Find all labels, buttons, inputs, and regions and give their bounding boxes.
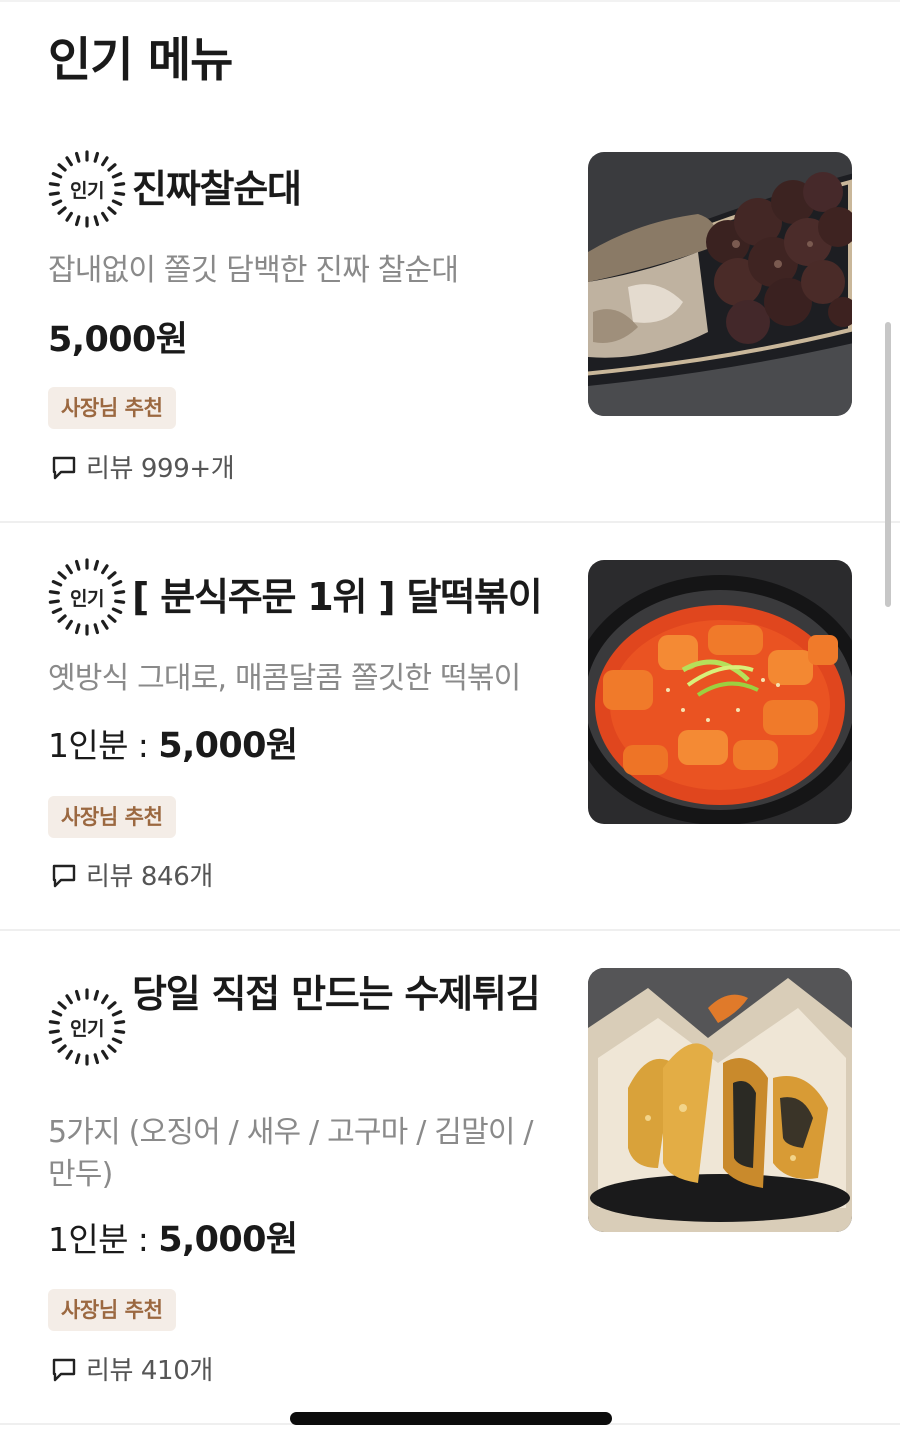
popular-badge: 인기 xyxy=(48,988,126,1066)
scrollbar[interactable] xyxy=(885,322,891,607)
price-value: 5,000원 xyxy=(158,1220,298,1260)
review-count-text: 리뷰 410개 xyxy=(86,1356,213,1386)
home-indicator[interactable] xyxy=(290,1412,612,1425)
menu-item-description: 5가지 (오징어 / 새우 / 고구마 / 김말이 / 만두) xyxy=(48,1115,534,1192)
review-count[interactable]: 리뷰 410개 xyxy=(50,1350,213,1387)
menu-item-title-row: 인기 당일 직접 만드는 수제튀김 xyxy=(48,968,568,1066)
fried-food-photo[interactable] xyxy=(588,968,852,1232)
price-prefix: 1인분 : xyxy=(48,1220,159,1259)
menu-item-price: 1인분 : 5,000원 xyxy=(48,1218,298,1262)
menu-item-name: 당일 직접 만드는 수제튀김 xyxy=(132,972,541,1016)
menu-item[interactable]: 인기 당일 직접 만드는 수제튀김 5가지 (오징어 / 새우 / 고구마 / … xyxy=(0,0,900,1425)
speech-bubble-icon xyxy=(50,1355,78,1383)
owner-recommend-badge: 사장님 추천 xyxy=(48,1289,176,1331)
popular-badge-label: 인기 xyxy=(70,1017,104,1040)
